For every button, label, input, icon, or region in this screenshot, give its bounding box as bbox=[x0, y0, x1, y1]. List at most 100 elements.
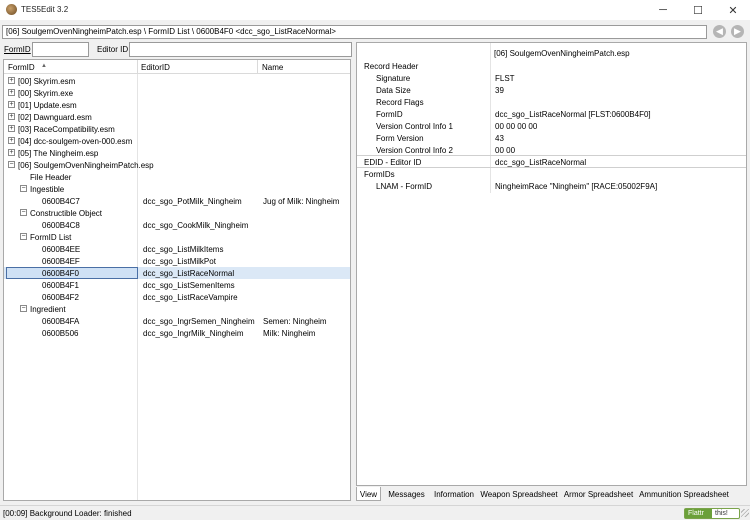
app-icon bbox=[6, 4, 17, 15]
tree-cell-formid: [00] Skyrim.exe bbox=[18, 89, 74, 98]
expand-icon[interactable]: + bbox=[8, 89, 15, 96]
flattr-label: Flattr bbox=[685, 509, 712, 518]
window-title: TES5Edit 3.2 bbox=[21, 5, 69, 14]
record-field-row[interactable]: LNAM - FormID NingheimRace "Ningheim" [RA… bbox=[357, 180, 746, 192]
flattr-this-label: this! bbox=[715, 510, 728, 517]
record-field-row[interactable]: Data Size 39 bbox=[357, 84, 746, 96]
close-button[interactable]: ✕ bbox=[716, 0, 750, 20]
tree-cell-editorid: dcc_sgo_CookMilk_Ningheim bbox=[143, 221, 249, 230]
expand-icon[interactable]: + bbox=[8, 149, 15, 156]
tree-row[interactable]: + [02] Dawnguard.esm bbox=[4, 111, 350, 123]
tree-cell-formid: FormID List bbox=[30, 233, 72, 242]
expand-icon[interactable]: + bbox=[8, 125, 15, 132]
back-arrow-icon[interactable]: ◀ bbox=[713, 25, 726, 38]
tree-row[interactable]: 0600B4F1 dcc_sgo_ListSemenItems bbox=[4, 279, 350, 291]
tree-cell-formid: File Header bbox=[30, 173, 72, 182]
column-header-formid[interactable]: FormID bbox=[8, 63, 35, 72]
tab-ammunition-spreadsheet[interactable]: Ammunition Spreadsheet bbox=[637, 487, 731, 501]
record-field-row[interactable]: Record Header bbox=[357, 60, 746, 72]
tree-row[interactable]: − FormID List bbox=[4, 231, 350, 243]
record-field-value: NingheimRace "Ningheim" [RACE:05002F9A] bbox=[495, 182, 658, 191]
record-view: [06] SoulgemOvenNingheimPatch.esp Record… bbox=[356, 42, 747, 486]
collapse-icon[interactable]: − bbox=[20, 209, 27, 216]
record-path-field[interactable]: [06] SoulgemOvenNingheimPatch.esp \ Form… bbox=[2, 25, 707, 39]
collapse-icon[interactable]: − bbox=[20, 185, 27, 192]
tree-cell-formid: 0600B4F1 bbox=[42, 281, 79, 290]
tree-header: FormID ▲ EditorID Name bbox=[4, 60, 350, 74]
tree-cell-formid: 0600B4C7 bbox=[42, 197, 80, 206]
tree-cell-formid: [03] RaceCompatibility.esm bbox=[18, 125, 115, 134]
tree-cell-formid: 0600B506 bbox=[42, 329, 79, 338]
tree-cell-editorid: dcc_sgo_ListMilkItems bbox=[143, 245, 224, 254]
tab-weapon-spreadsheet[interactable]: Weapon Spreadsheet bbox=[480, 487, 558, 501]
tree-row[interactable]: + [00] Skyrim.esm bbox=[4, 75, 350, 87]
record-field-value: 43 bbox=[495, 134, 504, 143]
minimize-button[interactable]: ─ bbox=[646, 0, 680, 20]
record-field-row[interactable]: Signature FLST bbox=[357, 72, 746, 84]
status-bar: [00:09] Background Loader: finished Flat… bbox=[0, 505, 750, 520]
tree-row[interactable]: − [06] SoulgemOvenNingheimPatch.esp bbox=[4, 159, 350, 171]
tree-row[interactable]: 0600B506 dcc_sgo_IngrMilk_Ningheim Milk: N… bbox=[4, 327, 350, 339]
record-field-label: Version Control Info 1 bbox=[376, 122, 453, 131]
tab-armor-spreadsheet[interactable]: Armor Spreadsheet bbox=[561, 487, 636, 501]
tree-row[interactable]: + [01] Update.esm bbox=[4, 99, 350, 111]
sort-ascending-icon: ▲ bbox=[41, 63, 47, 69]
tree-row[interactable]: + [03] RaceCompatibility.esm bbox=[4, 123, 350, 135]
record-field-label: Form Version bbox=[376, 134, 424, 143]
record-field-row[interactable]: Record Flags bbox=[357, 96, 746, 108]
tree-cell-formid: [06] SoulgemOvenNingheimPatch.esp bbox=[18, 161, 154, 170]
status-text: [00:09] Background Loader: finished bbox=[3, 509, 132, 518]
tree-row[interactable]: File Header bbox=[4, 171, 350, 183]
record-field-label: Signature bbox=[376, 74, 411, 83]
tree-row[interactable]: 0600B4EE dcc_sgo_ListMilkItems bbox=[4, 243, 350, 255]
editorid-filter-input[interactable] bbox=[129, 42, 352, 57]
record-file-header: [06] SoulgemOvenNingheimPatch.esp bbox=[494, 49, 630, 58]
forward-arrow-icon[interactable]: ▶ bbox=[731, 25, 744, 38]
tab-view[interactable]: View bbox=[356, 487, 381, 501]
record-field-row[interactable]: FormIDs bbox=[357, 168, 746, 180]
record-field-row[interactable]: FormID dcc_sgo_ListRaceNormal [FLST:0600B… bbox=[357, 108, 746, 120]
tree-cell-formid: 0600B4EE bbox=[42, 245, 81, 254]
tab-information[interactable]: Information bbox=[429, 487, 479, 501]
tree-row[interactable]: 0600B4C7 dcc_sgo_PotMilk_Ningheim Jug of M… bbox=[4, 195, 350, 207]
record-field-row[interactable]: Version Control Info 1 00 00 00 00 bbox=[357, 120, 746, 132]
record-field-label: Record Header bbox=[364, 62, 419, 71]
tree-row[interactable]: + [00] Skyrim.exe bbox=[4, 87, 350, 99]
record-tree[interactable]: FormID ▲ EditorID Name + [00] Skyrim.esm +… bbox=[3, 59, 351, 501]
expand-icon[interactable]: + bbox=[8, 137, 15, 144]
column-header-editorid[interactable]: EditorID bbox=[141, 63, 170, 72]
tree-cell-name: Semen: Ningheim bbox=[263, 317, 327, 326]
record-field-label: FormID bbox=[376, 110, 403, 119]
tree-cell-formid: [01] Update.esm bbox=[18, 101, 77, 110]
tree-cell-name: Jug of Milk: Ningheim bbox=[263, 197, 340, 206]
tree-row[interactable]: 0600B4C8 dcc_sgo_CookMilk_Ningheim bbox=[4, 219, 350, 231]
formid-filter-input[interactable] bbox=[32, 42, 89, 57]
column-header-name[interactable]: Name bbox=[262, 63, 283, 72]
resize-grip[interactable] bbox=[741, 509, 749, 517]
tree-row[interactable]: − Constructible Object bbox=[4, 207, 350, 219]
tree-row[interactable]: 0600B4FA dcc_sgo_IngrSemen_Ningheim Semen:… bbox=[4, 315, 350, 327]
collapse-icon[interactable]: − bbox=[20, 233, 27, 240]
expand-icon[interactable]: + bbox=[8, 101, 15, 108]
tree-row[interactable]: 0600B4F2 dcc_sgo_ListRaceVampire bbox=[4, 291, 350, 303]
tree-cell-editorid: dcc_sgo_ListMilkPot bbox=[143, 257, 216, 266]
tree-row[interactable]: − Ingredient bbox=[4, 303, 350, 315]
record-field-row[interactable]: Form Version 43 bbox=[357, 132, 746, 144]
tree-cell-editorid: dcc_sgo_ListRaceVampire bbox=[143, 293, 238, 302]
maximize-button[interactable]: ☐ bbox=[681, 0, 715, 20]
expand-icon[interactable]: + bbox=[8, 77, 15, 84]
tree-row[interactable]: + [04] dcc-soulgem-oven-000.esm bbox=[4, 135, 350, 147]
tree-row[interactable]: − Ingestible bbox=[4, 183, 350, 195]
tab-messages[interactable]: Messages bbox=[386, 487, 427, 501]
collapse-icon[interactable]: − bbox=[20, 305, 27, 312]
tree-cell-editorid: dcc_sgo_IngrMilk_Ningheim bbox=[143, 329, 244, 338]
tree-row-selected[interactable]: 0600B4F0 dcc_sgo_ListRaceNormal bbox=[4, 267, 350, 279]
tree-row[interactable]: 0600B4EF dcc_sgo_ListMilkPot bbox=[4, 255, 350, 267]
collapse-icon[interactable]: − bbox=[8, 161, 15, 168]
title-bar: TES5Edit 3.2 ─ ☐ ✕ bbox=[0, 0, 750, 20]
record-field-value: dcc_sgo_ListRaceNormal bbox=[495, 158, 587, 167]
flattr-button[interactable]: Flattr this! bbox=[684, 508, 740, 519]
tree-row[interactable]: + [05] The Ningheim.esp bbox=[4, 147, 350, 159]
record-field-value: 00 00 bbox=[495, 146, 516, 155]
expand-icon[interactable]: + bbox=[8, 113, 15, 120]
